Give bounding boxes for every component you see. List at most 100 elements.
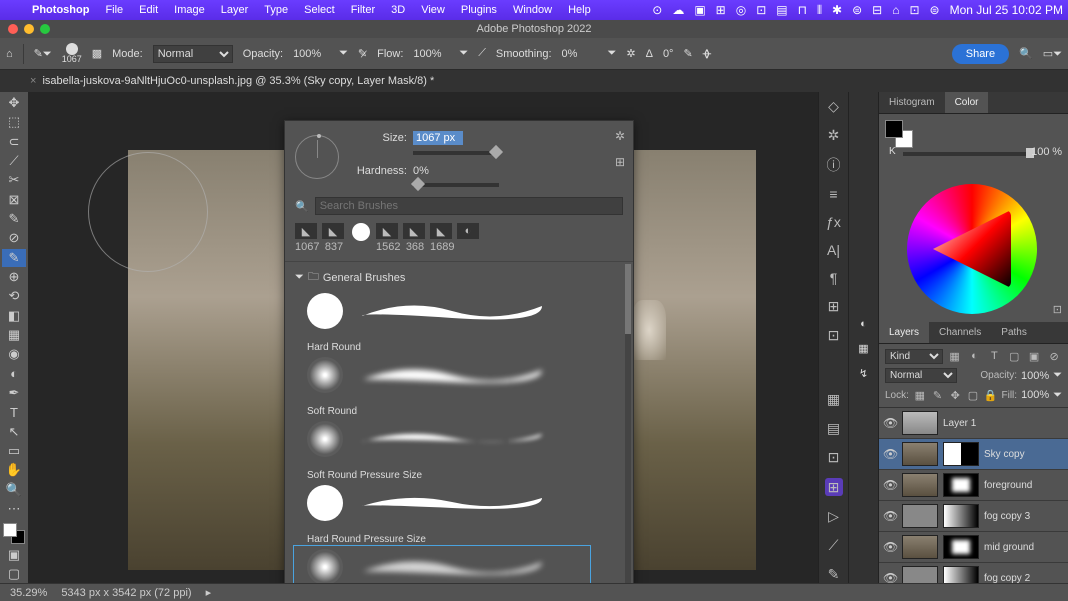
new-brush-preset-icon[interactable]: ⊞ [615,155,625,169]
mode-select[interactable]: Normal [153,45,233,63]
brush-size-slider[interactable] [413,151,499,155]
document-tab[interactable]: isabella-juskova-9aNltHjuOc0-unsplash.jp… [42,75,434,87]
panel-icon[interactable]: ✲ [825,127,843,144]
panel-icon[interactable]: ⊞ [825,478,843,496]
filter-adjust-icon[interactable]: ◐ [967,348,983,364]
layer-name[interactable]: foreground [984,480,1064,491]
smoothing-options-icon[interactable]: ✲ [626,47,635,60]
color-wheel[interactable] [907,184,1037,314]
layer-name[interactable]: fog copy 2 [984,573,1064,584]
layer-mask-thumb[interactable] [943,535,979,559]
flow-input[interactable] [413,45,449,63]
visibility-icon[interactable]: 👁 [883,478,897,492]
pressure-size-icon[interactable]: ✎ [683,47,692,60]
control-center-icon[interactable]: ⊜ [925,3,945,17]
layer-mask-thumb[interactable] [943,442,979,466]
screenmode-icon[interactable]: ▢ [2,565,26,583]
brush-item[interactable]: Soft Round Pressure Size [295,419,623,483]
doc-info-dropdown-icon[interactable]: ▸ [206,586,212,599]
panel-icon[interactable]: ✎ [825,566,843,583]
shape-tool[interactable]: ▭ [2,442,26,460]
layer-name[interactable]: mid ground [984,542,1064,553]
status-icon[interactable]: ▤ [771,3,792,17]
visibility-icon[interactable]: 👁 [883,509,897,523]
angle-value[interactable]: 0° [663,48,674,60]
recent-brush[interactable]: ◐ [457,223,481,253]
menu-type[interactable]: Type [256,4,296,16]
panel-icon[interactable]: ⊡ [825,449,843,466]
dropdown-icon[interactable]: ⏷ [1053,389,1062,402]
foreground-swatch[interactable] [3,523,17,537]
recent-brush[interactable]: ◣837 [322,223,346,253]
panel-icon[interactable]: ⊡ [825,327,843,344]
filter-shape-icon[interactable]: ▢ [1006,348,1022,364]
history-brush-tool[interactable]: ⟲ [2,287,26,305]
layer-thumb[interactable] [902,442,938,466]
brush-picker-gear-icon[interactable]: ✲ [615,129,625,143]
brush-angle-wheel[interactable] [295,135,339,179]
visibility-icon[interactable]: 👁 [883,540,897,554]
lock-pixels-icon[interactable]: ✎ [931,387,945,403]
brush-scroll-thumb[interactable] [625,264,631,334]
color-swatches[interactable] [3,523,25,544]
recent-brush[interactable]: ◣1562 [376,223,400,253]
recent-brush[interactable]: ◣368 [403,223,427,253]
expand-panel-icon[interactable]: ⊡ [1053,303,1062,316]
recent-brush[interactable]: ◣1067 [295,223,319,253]
menu-edit[interactable]: Edit [131,4,166,16]
tab-paths[interactable]: Paths [991,322,1037,343]
panel-icon[interactable]: ƒx [825,214,843,230]
filter-type-icon[interactable]: T [986,348,1002,364]
status-icon[interactable]: ⊙ [647,3,667,17]
toolbar-more[interactable]: ⋯ [2,500,26,518]
share-button[interactable]: Share [952,44,1009,64]
filter-toggle[interactable]: ⊘ [1046,348,1062,364]
path-select-tool[interactable]: ↖ [2,423,26,441]
status-icon[interactable]: ✱ [827,3,847,17]
menu-select[interactable]: Select [296,4,343,16]
lock-all-icon[interactable]: 🔒 [984,387,998,403]
panel-icon[interactable]: ⊞ [825,298,843,315]
layer-mask-thumb[interactable] [943,566,979,583]
menu-layer[interactable]: Layer [213,4,257,16]
menu-image[interactable]: Image [166,4,213,16]
close-window-button[interactable] [8,24,18,34]
panel-icon[interactable]: ⟋ [825,537,843,554]
panel-icon[interactable]: A| [825,242,843,258]
layer-mask-thumb[interactable] [943,473,979,497]
search-brushes-input[interactable] [315,197,623,215]
smoothing-input[interactable] [562,45,598,63]
clone-tool[interactable]: ⊕ [2,268,26,286]
status-icon[interactable]: ◎ [731,3,751,17]
search-icon[interactable]: 🔍 [1019,47,1033,60]
pen-tool[interactable]: ✒ [2,384,26,402]
menubar-datetime[interactable]: Mon Jul 25 10:02 PM [945,3,1068,17]
bluetooth-icon[interactable]: ⊟ [867,3,887,17]
recent-brush[interactable]: ◣1689 [430,223,454,253]
layer-thumb[interactable] [902,566,938,583]
fill-value[interactable]: 100% [1021,389,1049,401]
layer-thumb[interactable] [902,504,938,528]
hand-tool[interactable]: ✋ [2,461,26,479]
menu-view[interactable]: View [413,4,453,16]
zoom-tool[interactable]: 🔍 [2,481,26,499]
marquee-tool[interactable]: ⬚ [2,113,26,131]
brush-tool[interactable]: ✎ [2,249,26,267]
layer-row[interactable]: 👁 foreground [879,470,1068,501]
brush-size-input[interactable] [413,131,463,145]
layer-row[interactable]: 👁 Layer 1 [879,408,1068,439]
tab-color[interactable]: Color [945,92,989,113]
lock-artboard-icon[interactable]: ▢ [966,387,980,403]
panel-icon[interactable]: ▦ [858,342,868,355]
status-icon[interactable]: ☁ [667,3,689,17]
layer-row[interactable]: 👁 fog copy 3 [879,501,1068,532]
tab-layers[interactable]: Layers [879,322,929,343]
blend-mode-select[interactable]: Normal [885,368,957,383]
lock-position-icon[interactable]: ✥ [948,387,962,403]
canvas-area[interactable]: ✲ ⊞ Size: Hardness: 0% [28,92,818,583]
visibility-icon[interactable]: 👁 [883,416,897,430]
healing-tool[interactable]: ⊘ [2,229,26,247]
eyedropper-tool[interactable]: ✎ [2,210,26,228]
brush-hardness-slider[interactable] [413,183,499,187]
opacity-input[interactable] [293,45,329,63]
